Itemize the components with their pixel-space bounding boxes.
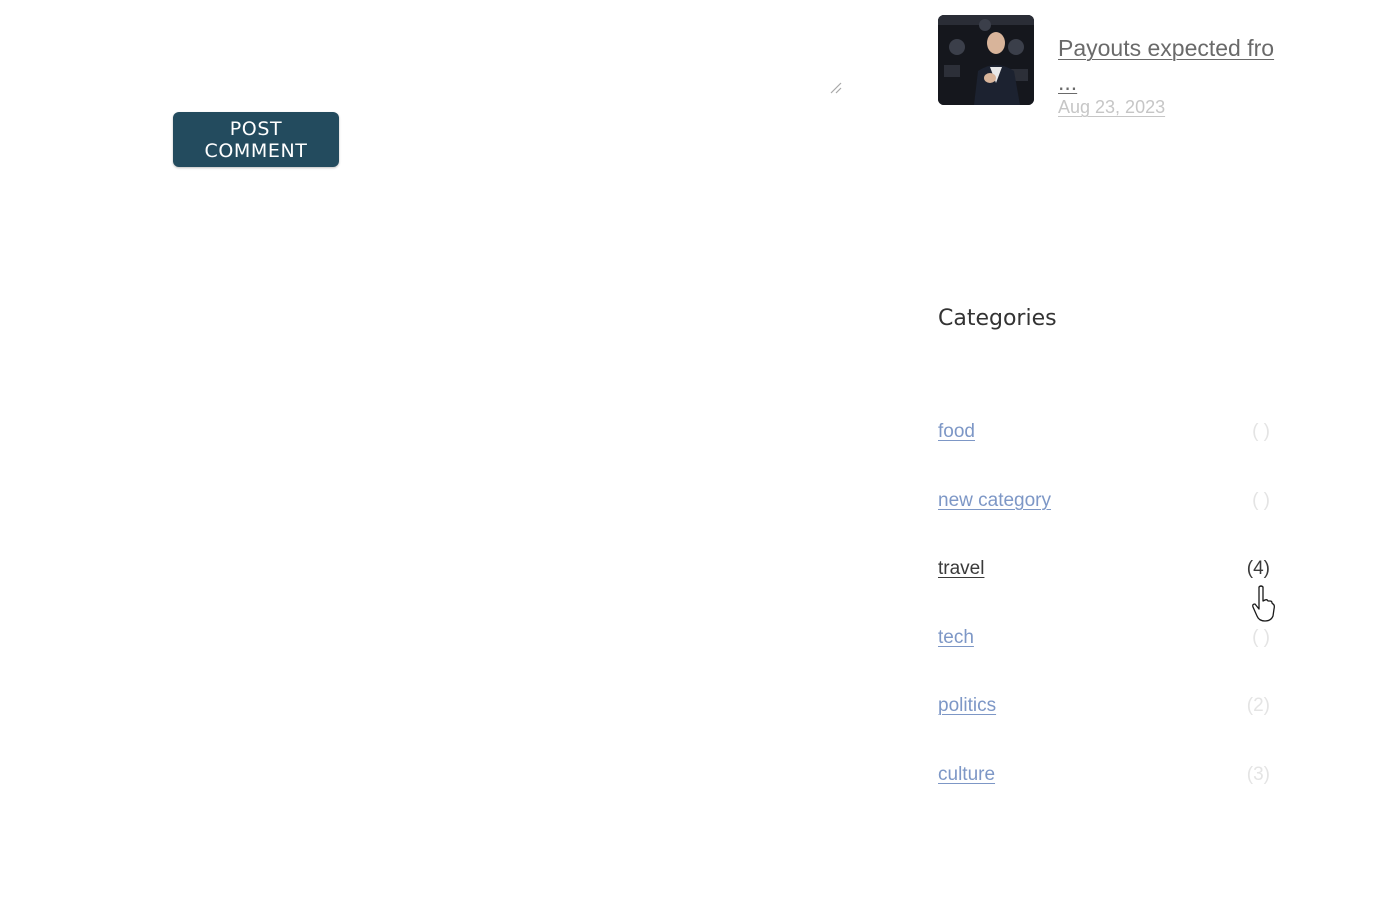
category-count: ( ) — [1252, 489, 1270, 511]
category-count: (2) — [1246, 695, 1270, 717]
thumbnail-image — [938, 15, 1034, 105]
categories-list: food ( ) new category ( ) travel (4) tec… — [938, 412, 1270, 824]
category-link[interactable]: tech — [938, 618, 974, 658]
category-link[interactable]: politics — [938, 686, 996, 726]
category-link[interactable]: culture — [938, 755, 995, 795]
categories-heading: Categories — [938, 306, 1057, 331]
recent-post-card[interactable]: Payouts expected fro ... Aug 23, 2023 — [938, 15, 1278, 125]
category-item-tech[interactable]: tech ( ) — [938, 618, 1270, 687]
category-item-politics[interactable]: politics (2) — [938, 686, 1270, 755]
hand-pointer-icon — [1252, 585, 1275, 622]
post-thumbnail[interactable] — [938, 15, 1034, 105]
category-count: (3) — [1246, 763, 1270, 785]
category-count: ( ) — [1252, 421, 1270, 442]
category-item-culture[interactable]: culture (3) — [938, 755, 1270, 824]
category-count: ( ) — [1252, 626, 1270, 648]
category-item-travel[interactable]: travel (4) — [938, 549, 1270, 618]
category-link[interactable]: food — [938, 412, 975, 452]
recent-post-date: Aug 23, 2023 — [1058, 97, 1166, 117]
category-link[interactable]: new category — [938, 481, 1051, 521]
recent-post-title[interactable]: Payouts expected fro ... — [1058, 31, 1278, 99]
textarea-resize-icon[interactable] — [828, 80, 842, 94]
post-comment-button[interactable]: POST COMMENT — [173, 112, 339, 167]
category-item-food[interactable]: food ( ) — [938, 412, 1270, 481]
category-count: (4) — [1246, 558, 1270, 580]
category-item-new-category[interactable]: new category ( ) — [938, 481, 1270, 550]
category-link[interactable]: travel — [938, 549, 984, 589]
